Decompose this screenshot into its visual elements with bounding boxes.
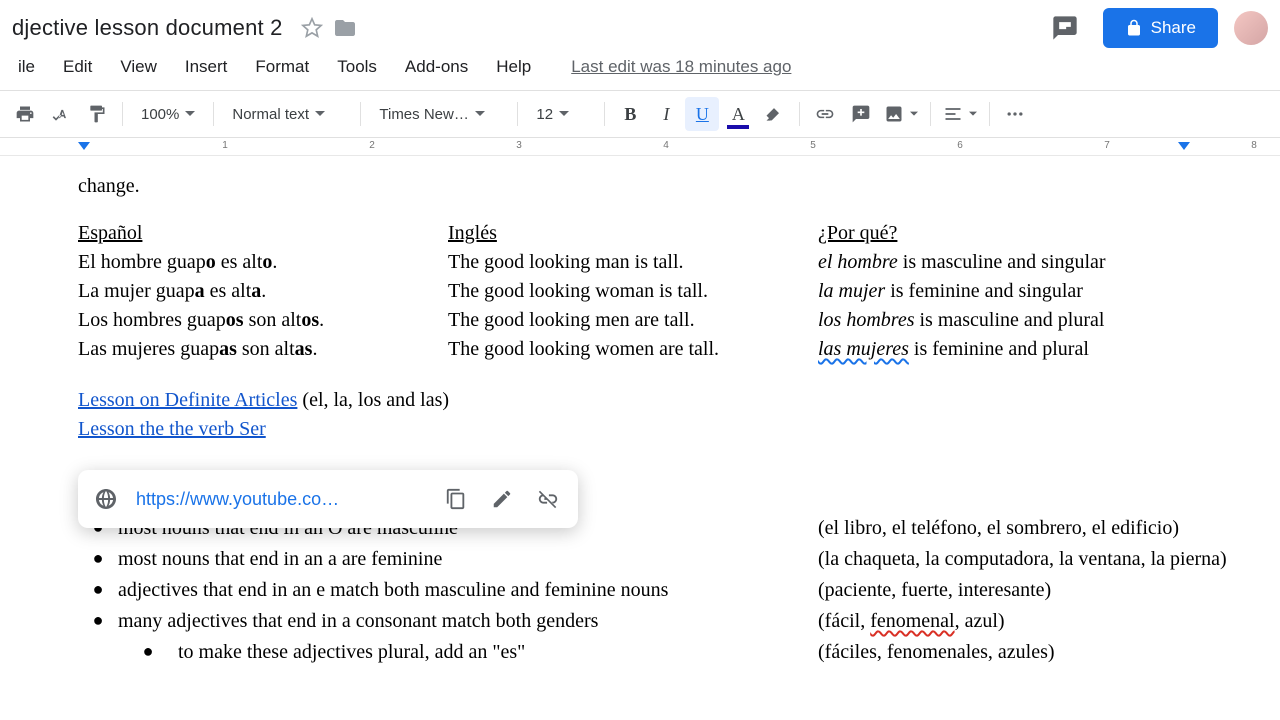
list-item: ●adjectives that end in an e match both … bbox=[78, 576, 1240, 605]
table-row: The good looking men are tall. bbox=[448, 306, 818, 335]
link-popup: https://www.youtube.co… bbox=[78, 470, 578, 528]
document-body[interactable]: change. Español El hombre guapo es alto.… bbox=[0, 164, 1280, 720]
paint-format-icon[interactable] bbox=[80, 97, 114, 131]
menu-insert[interactable]: Insert bbox=[171, 53, 242, 81]
list-item: ●to make these adjectives plural, add an… bbox=[78, 638, 1240, 667]
link1-suffix: (el, la, los and las) bbox=[297, 389, 449, 411]
col-header-why: ¿Por qué? bbox=[818, 219, 1240, 248]
highlight-icon[interactable] bbox=[757, 97, 791, 131]
menu-format[interactable]: Format bbox=[241, 53, 323, 81]
table-row: The good looking woman is tall. bbox=[448, 277, 818, 306]
link-verb-ser[interactable]: Lesson the the verb Ser bbox=[78, 418, 266, 440]
table-row: los hombres is masculine and plural bbox=[818, 306, 1240, 335]
font-size-select[interactable]: 12 bbox=[526, 97, 596, 131]
menu-file[interactable]: ile bbox=[4, 53, 49, 81]
document-title[interactable]: djective lesson document 2 bbox=[4, 11, 291, 45]
col-header-en: Inglés bbox=[448, 219, 818, 248]
italic-button[interactable]: I bbox=[649, 97, 683, 131]
menu-addons[interactable]: Add-ons bbox=[391, 53, 482, 81]
table-row: La mujer guapa es alta. bbox=[78, 277, 448, 306]
globe-icon bbox=[94, 487, 118, 511]
print-icon[interactable] bbox=[8, 97, 42, 131]
menu-edit[interactable]: Edit bbox=[49, 53, 106, 81]
last-edit-link[interactable]: Last edit was 18 minutes ago bbox=[557, 53, 805, 81]
spellcheck-icon[interactable] bbox=[44, 97, 78, 131]
list-item: ●many adjectives that end in a consonant… bbox=[78, 607, 1240, 636]
menu-help[interactable]: Help bbox=[482, 53, 545, 81]
table-row: Los hombres guapos son altos. bbox=[78, 306, 448, 335]
table-row: The good looking man is tall. bbox=[448, 248, 818, 277]
avatar[interactable] bbox=[1234, 11, 1268, 45]
star-icon[interactable] bbox=[301, 17, 323, 39]
table-row: el hombre is masculine and singular bbox=[818, 248, 1240, 277]
align-icon[interactable] bbox=[939, 97, 981, 131]
table-row: Las mujeres guapas son altas. bbox=[78, 335, 448, 364]
table-row: la mujer is feminine and singular bbox=[818, 277, 1240, 306]
insert-image-icon[interactable] bbox=[880, 97, 922, 131]
text-color-button[interactable]: A bbox=[721, 97, 755, 131]
font-select[interactable]: Times New… bbox=[369, 97, 509, 131]
add-comment-icon[interactable] bbox=[844, 97, 878, 131]
share-button[interactable]: Share bbox=[1103, 8, 1218, 48]
toolbar: 100% Normal text Times New… 12 B I U A bbox=[0, 90, 1280, 138]
underline-button[interactable]: U bbox=[685, 97, 719, 131]
menu-view[interactable]: View bbox=[106, 53, 171, 81]
text-fragment: change. bbox=[78, 172, 1240, 201]
comments-icon[interactable] bbox=[1045, 8, 1085, 48]
table-row: El hombre guapo es alto. bbox=[78, 248, 448, 277]
insert-link-icon[interactable] bbox=[808, 97, 842, 131]
col-header-es: Español bbox=[78, 219, 448, 248]
share-label: Share bbox=[1151, 18, 1196, 38]
edit-link-icon[interactable] bbox=[488, 488, 516, 510]
menu-bar: ile Edit View Insert Format Tools Add-on… bbox=[0, 50, 1280, 84]
link-definite-articles[interactable]: Lesson on Definite Articles bbox=[78, 389, 297, 411]
table-row: The good looking women are tall. bbox=[448, 335, 818, 364]
zoom-select[interactable]: 100% bbox=[131, 97, 205, 131]
link-url[interactable]: https://www.youtube.co… bbox=[136, 489, 424, 510]
bold-button[interactable]: B bbox=[613, 97, 647, 131]
paragraph-style-select[interactable]: Normal text bbox=[222, 97, 352, 131]
ruler[interactable]: 1 2 3 4 5 6 7 8 bbox=[0, 138, 1280, 156]
menu-tools[interactable]: Tools bbox=[323, 53, 391, 81]
unlink-icon[interactable] bbox=[534, 488, 562, 510]
copy-link-icon[interactable] bbox=[442, 488, 470, 510]
folder-icon[interactable] bbox=[333, 16, 357, 40]
table-row: las mujeres is feminine and plural bbox=[818, 335, 1240, 364]
list-item: ●most nouns that end in an a are feminin… bbox=[78, 545, 1240, 574]
more-icon[interactable] bbox=[998, 97, 1032, 131]
